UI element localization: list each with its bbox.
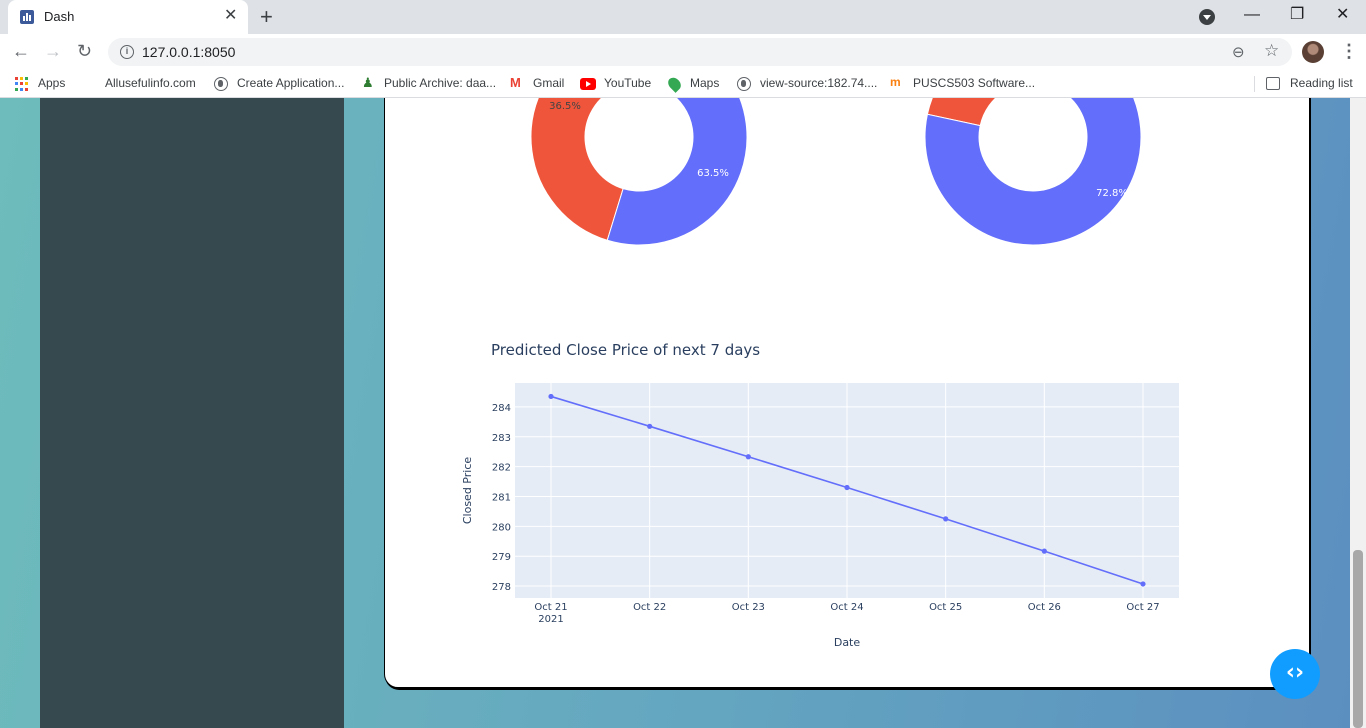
window-close-button[interactable]: ✕	[1336, 4, 1349, 26]
globe-icon	[737, 77, 751, 91]
bookmark-puscs503[interactable]: PUSCS503 Software...	[913, 76, 1035, 90]
donut-percent-label: 36.5%	[549, 101, 581, 112]
sidebar-panel	[40, 98, 344, 728]
gmail-icon: M	[510, 75, 521, 90]
minimize-button[interactable]: —	[1244, 4, 1260, 26]
data-point	[943, 516, 949, 522]
donut-charts: 36.5% 63.5% 72.8%	[530, 98, 1142, 246]
y-tick-label: 280	[492, 522, 511, 533]
x-tick-label: Oct 25	[929, 602, 962, 613]
y-tick-label: 283	[492, 433, 511, 444]
x-tick-label: Oct 23	[732, 602, 765, 613]
moodle-icon: m	[890, 75, 901, 89]
donut-percent-label: 63.5%	[697, 168, 729, 179]
bookmark-maps[interactable]: Maps	[690, 76, 719, 90]
tab-bar: Dash ✕ + — ❐ ✕	[0, 0, 1366, 34]
data-point	[745, 454, 751, 460]
data-point	[548, 393, 554, 400]
tab-title: Dash	[44, 9, 75, 24]
x-tick-label: Oct 22	[633, 602, 666, 613]
x-tick-sublabel: 2021	[538, 614, 563, 625]
y-tick-label: 284	[492, 403, 511, 414]
donut-chart-right: 72.8%	[924, 98, 1142, 246]
bookmark-allusefulinfo[interactable]: Allusefulinfo.com	[105, 76, 196, 90]
bookmark-create-application[interactable]: Create Application...	[237, 76, 344, 90]
donut-slice-red	[530, 98, 624, 241]
url-text[interactable]: 127.0.0.1:8050	[142, 44, 235, 60]
scrollbar-thumb[interactable]	[1353, 550, 1363, 728]
zoom-icon[interactable]: ⊖	[1232, 43, 1245, 61]
globe-icon	[214, 77, 228, 91]
youtube-icon	[580, 78, 596, 90]
x-tick-label: Oct 21	[534, 602, 567, 613]
bookmark-youtube[interactable]: YouTube	[604, 76, 651, 90]
restore-button[interactable]: ❐	[1290, 4, 1304, 26]
bookmark-gmail[interactable]: Gmail	[533, 76, 564, 90]
y-tick-label: 279	[492, 552, 511, 563]
debug-toggle-button[interactable]: ‹›	[1270, 649, 1320, 699]
donut-chart-left: 36.5% 63.5%	[530, 98, 748, 246]
bookmark-public-archive[interactable]: Public Archive: daa...	[384, 76, 496, 90]
data-point	[844, 484, 850, 491]
y-tick-label: 281	[492, 492, 511, 503]
new-tab-button[interactable]: +	[260, 6, 273, 28]
apps-grid-icon[interactable]	[15, 77, 29, 91]
dash-favicon-icon	[20, 10, 34, 24]
reading-list-button[interactable]: Reading list	[1290, 76, 1353, 90]
chart-title: Predicted Close Price of next 7 days	[491, 341, 761, 359]
bookmark-view-source[interactable]: view-source:182.74....	[760, 76, 877, 90]
bookmark-star-icon[interactable]: ☆	[1264, 41, 1279, 61]
dash-page: 36.5% 63.5% 72.8% Predicted Close Price o…	[0, 98, 1350, 728]
browser-toolbar: ← → ↻ i 127.0.0.1:8050 ⊖ ☆ ⋮	[0, 34, 1366, 70]
browser-tab[interactable]: Dash ✕	[8, 0, 248, 34]
forward-arrow-icon[interactable]: →	[44, 41, 62, 61]
address-bar[interactable]: i 127.0.0.1:8050 ⊖ ☆	[108, 38, 1292, 66]
reload-icon[interactable]: ↻	[77, 41, 92, 61]
content-card: 36.5% 63.5% 72.8% Predicted Close Price o…	[384, 98, 1310, 688]
y-tick-label: 278	[492, 582, 511, 593]
line-chart: 278 279 280 281 282 283 284 Oct 21 Oct 22 Oct 23 O…	[461, 383, 1179, 649]
x-axis-label: Date	[834, 636, 861, 649]
page-scrollbar[interactable]	[1350, 98, 1366, 728]
pin-icon: ♟	[362, 75, 374, 90]
y-axis-label: Closed Price	[461, 457, 474, 525]
y-tick-label: 282	[492, 463, 511, 474]
back-arrow-icon[interactable]: ←	[12, 41, 30, 61]
reading-list-icon[interactable]	[1266, 77, 1280, 90]
maps-icon	[665, 75, 684, 93]
bookmark-apps[interactable]: Apps	[38, 76, 65, 90]
bookmarks-bar: Apps Allusefulinfo.com Create Applicatio…	[0, 70, 1366, 98]
x-tick-label: Oct 27	[1126, 602, 1159, 613]
profile-avatar[interactable]	[1302, 41, 1324, 63]
browser-menu-icon[interactable]: ⋮	[1340, 40, 1358, 62]
tab-search-icon[interactable]	[1199, 9, 1215, 25]
x-tick-label: Oct 24	[830, 602, 863, 613]
site-info-icon[interactable]: i	[120, 45, 134, 59]
data-point	[1140, 581, 1146, 587]
x-tick-label: Oct 26	[1028, 602, 1061, 613]
tab-close-icon[interactable]: ✕	[224, 8, 237, 24]
data-point	[1041, 548, 1047, 554]
donut-percent-label: 72.8%	[1096, 188, 1128, 199]
data-point	[647, 423, 653, 429]
bookmarks-divider	[1254, 76, 1255, 92]
